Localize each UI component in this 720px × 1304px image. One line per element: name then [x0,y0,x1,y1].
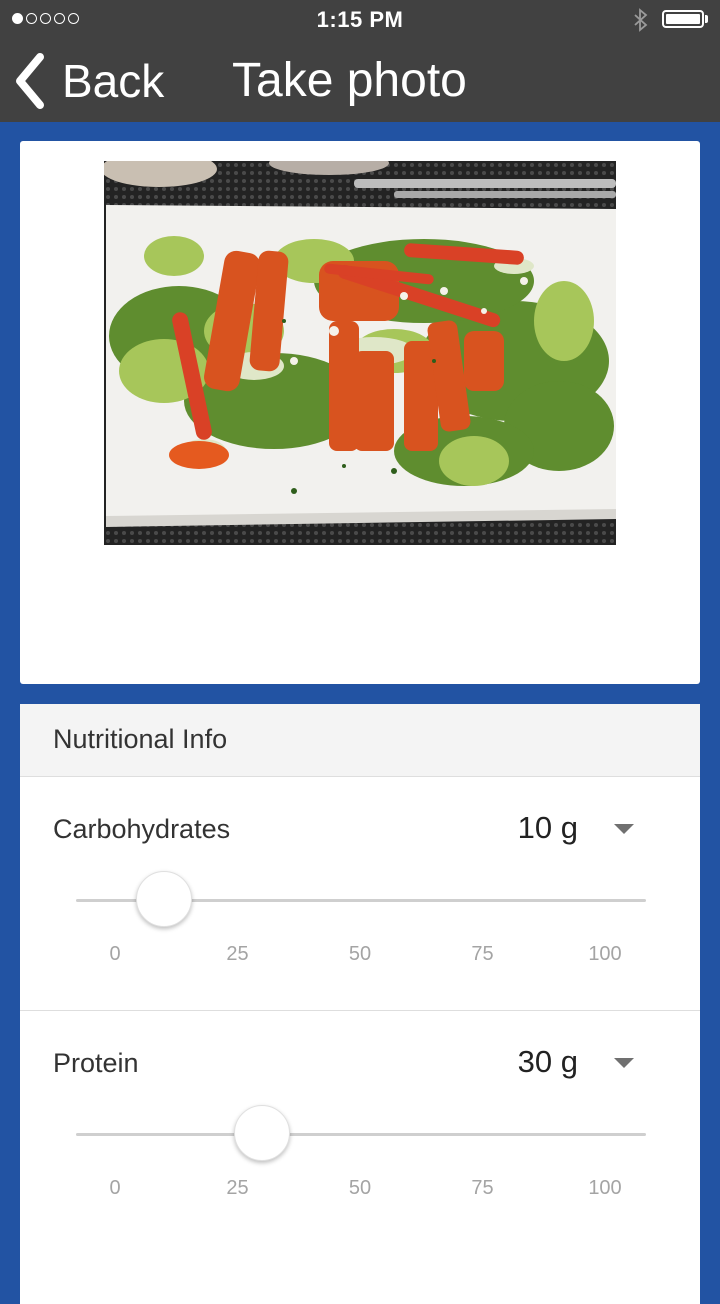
nutritional-info-title: Nutritional Info [53,724,228,754]
nutritional-info-header: Nutritional Info [20,704,700,777]
carbohydrates-row: Carbohydrates 10 g 0 25 50 75 100 [20,778,700,1011]
chevron-left-icon [16,53,44,109]
status-bar: 1:15 PM [0,0,720,40]
protein-tick-25: 25 [226,1177,249,1199]
carbohydrates-slider-thumb[interactable] [136,871,192,927]
protein-tick-100: 100 [588,1177,622,1199]
page-title: Take photo [232,54,467,107]
carbohydrates-dropdown-icon[interactable] [614,824,634,834]
carbohydrates-tick-0: 0 [109,943,121,965]
back-label: Back [62,55,165,107]
nutritional-info-card: Nutritional Info Carbohydrates 10 g 0 25… [20,704,700,1304]
protein-row: Protein 30 g 0 25 50 75 100 [20,1012,700,1245]
protein-value: 30 g [517,1044,578,1079]
protein-slider-thumb[interactable] [234,1105,290,1161]
carbohydrates-tick-100: 100 [588,943,622,965]
protein-tick-50: 50 [348,1177,372,1199]
photo-card [20,141,700,684]
back-button[interactable]: Back [12,52,172,110]
food-photo[interactable] [104,161,616,545]
protein-slider-track[interactable] [76,1105,646,1161]
battery-icon [662,10,704,28]
bluetooth-icon [634,8,648,32]
protein-tick-75: 75 [471,1177,494,1199]
carbohydrates-tick-50: 50 [348,943,372,965]
carbohydrates-tick-25: 25 [226,943,249,965]
protein-dropdown-icon[interactable] [614,1058,634,1068]
battery-tip [705,15,708,23]
carbohydrates-label: Carbohydrates [53,814,231,844]
protein-tick-0: 0 [109,1177,121,1199]
status-time: 1:15 PM [316,7,404,32]
navigation-bar: Back Take photo [0,40,720,122]
carbohydrates-tick-75: 75 [471,943,494,965]
carbohydrates-value: 10 g [517,810,578,845]
carbohydrates-slider-track[interactable] [76,871,646,927]
protein-label: Protein [53,1048,139,1078]
